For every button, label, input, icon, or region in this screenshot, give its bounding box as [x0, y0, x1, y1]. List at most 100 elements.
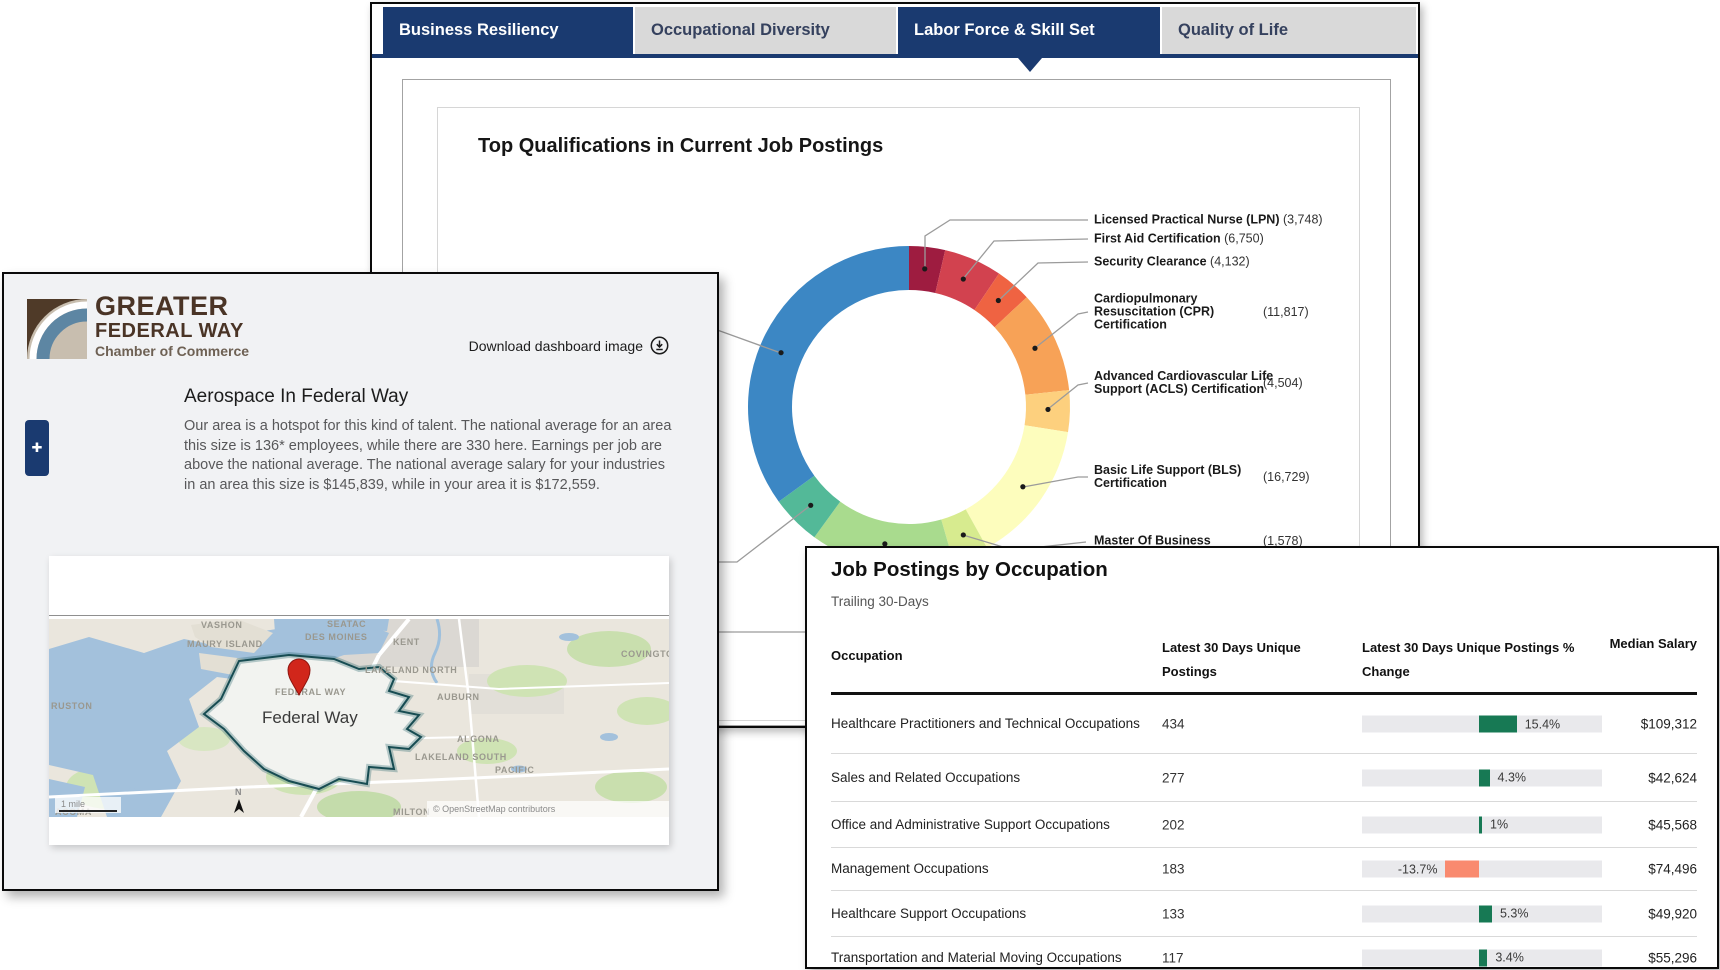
tab-label: Business Resiliency [399, 21, 559, 40]
column-header-change: Latest 30 Days Unique Postings % Change [1362, 636, 1622, 684]
donut-callout-value: (16,729) [1263, 470, 1310, 484]
logo-text-chamber: Chamber of Commerce [95, 343, 249, 359]
donut-callout-label: First Aid Certification (6,750) [1094, 233, 1264, 246]
cell-occupation: Healthcare Support Occupations [831, 904, 1151, 924]
map-label-lakeland-south: LAKELAND SOUTH [415, 752, 507, 762]
table-row: Healthcare Practitioners and Technical O… [831, 695, 1697, 754]
change-bar-fill [1479, 816, 1482, 833]
cell-postings: 133 [1162, 906, 1185, 921]
map-card-divider [49, 615, 669, 616]
screen: Business Resiliency Occupational Diversi… [0, 0, 1720, 970]
cell-postings: 183 [1162, 862, 1185, 877]
map-scale-label: 1 mile [61, 799, 85, 809]
map-label-pacific: PACIFIC [495, 765, 535, 775]
tab-quality-of-life[interactable]: Quality of Life [1162, 7, 1416, 54]
change-bar: 1% [1362, 816, 1602, 833]
cell-median-salary: $109,312 [1641, 717, 1697, 732]
donut-segment[interactable] [966, 425, 1068, 548]
cell-postings: 202 [1162, 817, 1185, 832]
map-label-maury-island: MAURY ISLAND [187, 639, 263, 649]
map-card: VASHON MAURY ISLAND SEATAC DES MOINES KE… [49, 556, 669, 845]
tab-labor-force-skill-set[interactable]: Labor Force & Skill Set [898, 7, 1160, 54]
callout-dot [1045, 407, 1050, 412]
expand-plus-tab[interactable]: ✚ [25, 420, 49, 476]
section-body-text: Our area is a hotspot for this kind of t… [184, 417, 680, 495]
callout-dot [961, 276, 966, 281]
tab-occupational-diversity[interactable]: Occupational Diversity [635, 7, 896, 54]
map-label-algona: ALGONA [457, 734, 500, 744]
logo-text-greater: GREATER [95, 291, 229, 322]
cell-occupation: Sales and Related Occupations [831, 768, 1151, 788]
donut-callout-label: Basic Life Support (BLS)Certification [1094, 464, 1241, 490]
job-postings-title: Job Postings by Occupation [831, 558, 1108, 582]
donut-segment[interactable] [748, 246, 909, 502]
map-label-seatac: SEATAC [327, 619, 366, 629]
table-row: Management Occupations 183 -13.7% $74,496 [831, 848, 1697, 891]
section-heading: Aerospace In Federal Way [184, 386, 408, 408]
table-body: Healthcare Practitioners and Technical O… [831, 695, 1697, 970]
change-bar: 15.4% [1362, 716, 1602, 733]
cell-change-percent: 15.4% [1525, 717, 1560, 731]
cell-occupation: Management Occupations [831, 859, 1151, 879]
map-image: VASHON MAURY ISLAND SEATAC DES MOINES KE… [49, 619, 669, 817]
tab-business-resiliency[interactable]: Business Resiliency [383, 7, 633, 54]
active-tab-pointer-icon [1018, 58, 1042, 72]
tab-label: Occupational Diversity [651, 21, 830, 40]
change-bar-fill [1479, 905, 1492, 922]
column-header-median-salary: Median Salary [1610, 636, 1697, 651]
map-label-kent: KENT [393, 637, 420, 647]
map-label-ruston: RUSTON [51, 701, 92, 711]
map-label-vashon: VASHON [201, 620, 242, 630]
cell-occupation: Office and Administrative Support Occupa… [831, 815, 1151, 835]
map-label-milton: MILTON [393, 807, 430, 817]
job-postings-panel: Job Postings by Occupation Trailing 30-D… [805, 546, 1719, 969]
callout-dot [961, 532, 966, 537]
tab-label: Quality of Life [1178, 21, 1288, 40]
change-bar: -13.7% [1362, 861, 1602, 878]
donut-callout-value: (11,817) [1263, 305, 1309, 319]
cell-median-salary: $74,496 [1648, 862, 1697, 877]
cell-occupation: Healthcare Practitioners and Technical O… [831, 714, 1151, 734]
federal-way-map[interactable]: VASHON MAURY ISLAND SEATAC DES MOINES KE… [49, 619, 669, 817]
callout-dot [922, 266, 927, 271]
plus-icon: ✚ [32, 440, 43, 456]
map-label-auburn: AUBURN [437, 692, 480, 702]
cell-change-percent: 1% [1490, 818, 1508, 832]
cell-median-salary: $42,624 [1648, 770, 1697, 785]
job-postings-subtitle: Trailing 30-Days [831, 594, 929, 609]
change-bar: 3.4% [1362, 949, 1602, 966]
donut-callout-label: CardiopulmonaryResuscitation (CPR)Certif… [1094, 293, 1214, 332]
tab-underline [372, 54, 1418, 58]
cell-median-salary: $55,296 [1648, 950, 1697, 965]
chamber-logo-icon [27, 299, 87, 359]
change-bar-fill [1479, 949, 1487, 966]
download-icon [650, 336, 669, 355]
federal-way-panel: GREATER FEDERAL WAY Chamber of Commerce … [2, 272, 719, 891]
callout-dot [1020, 484, 1025, 489]
change-bar-fill [1479, 716, 1517, 733]
download-label: Download dashboard image [469, 338, 643, 354]
cell-postings: 434 [1162, 717, 1185, 732]
tab-label: Labor Force & Skill Set [914, 21, 1095, 40]
cell-change-percent: 4.3% [1498, 771, 1527, 785]
map-label-lakeland-north: LAKELAND NORTH [365, 665, 457, 675]
table-row: Transportation and Material Moving Occup… [831, 937, 1697, 970]
cell-change-percent: -13.7% [1398, 862, 1438, 876]
table-row: Sales and Related Occupations2774.3%$42,… [831, 754, 1697, 802]
map-north-label: N [235, 787, 242, 797]
cell-occupation: Transportation and Material Moving Occup… [831, 948, 1151, 968]
map-label-des-moines: DES MOINES [305, 632, 368, 642]
cell-postings: 117 [1162, 950, 1184, 965]
change-bar: 4.3% [1362, 769, 1602, 786]
logo-text-federal-way: FEDERAL WAY [95, 320, 244, 343]
change-bar-fill [1445, 861, 1479, 878]
table-row: Office and Administrative Support Occupa… [831, 802, 1697, 848]
change-bar: 5.3% [1362, 905, 1602, 922]
map-label-federal-way-small: FEDERAL WAY [275, 687, 346, 697]
chart-title: Top Qualifications in Current Job Postin… [478, 135, 883, 158]
table-row: Healthcare Support Occupations1335.3%$49… [831, 891, 1697, 937]
cell-median-salary: $45,568 [1648, 817, 1697, 832]
donut-callout-label: Security Clearance (4,132) [1094, 256, 1250, 269]
download-dashboard-image-button[interactable]: Download dashboard image [469, 336, 669, 355]
cell-change-percent: 5.3% [1500, 907, 1529, 921]
